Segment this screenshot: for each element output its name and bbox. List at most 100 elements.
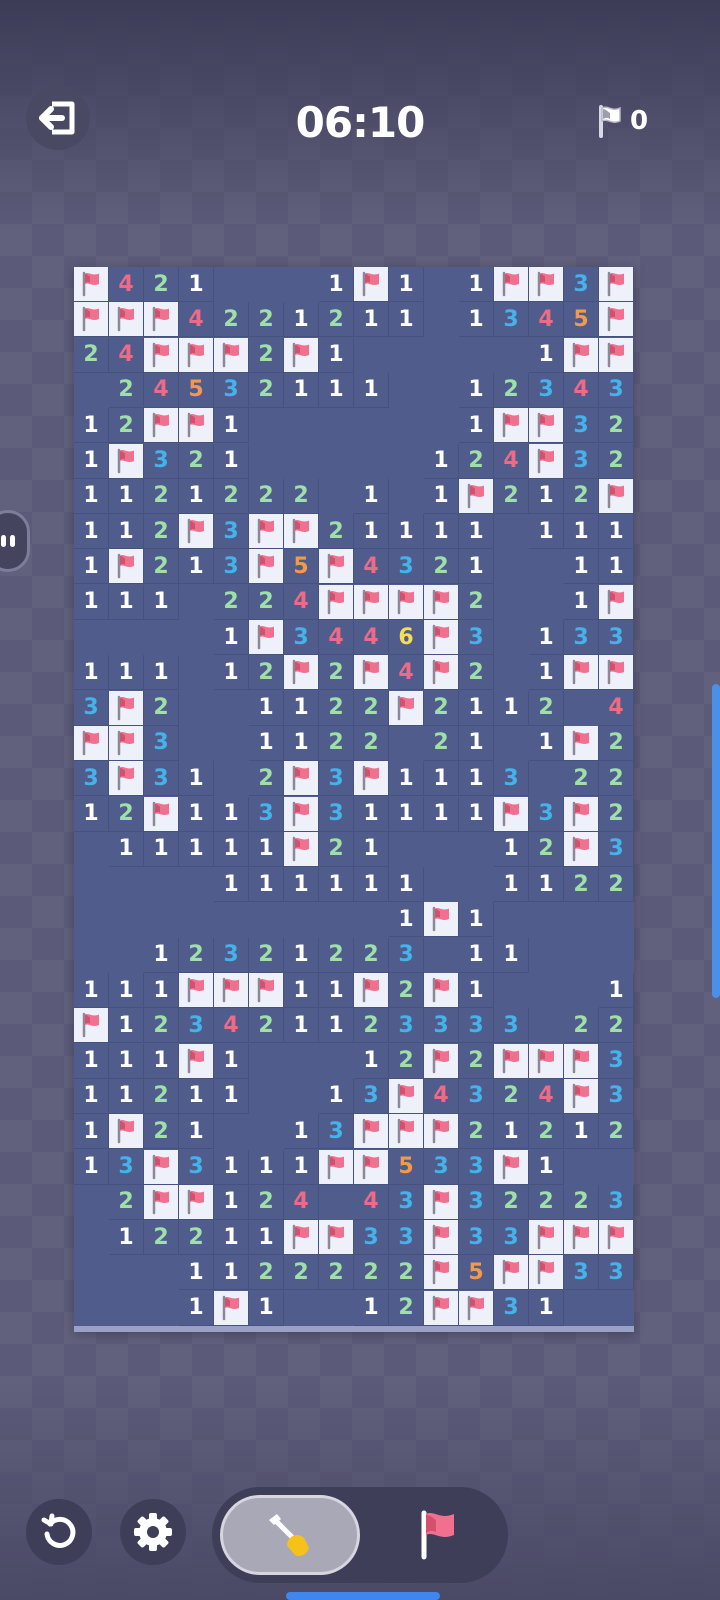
flagged-cell[interactable]	[319, 584, 354, 620]
number-cell[interactable]: 1	[564, 549, 599, 585]
number-cell[interactable]: 2	[564, 867, 599, 903]
number-cell[interactable]: 2	[179, 443, 214, 479]
flagged-cell[interactable]	[599, 337, 634, 373]
flagged-cell[interactable]	[249, 514, 284, 550]
number-cell[interactable]: 2	[389, 1043, 424, 1079]
number-cell[interactable]: 1	[459, 690, 494, 726]
number-cell[interactable]: 2	[179, 937, 214, 973]
number-cell[interactable]: 1	[179, 796, 214, 832]
number-cell[interactable]: 1	[564, 514, 599, 550]
number-cell[interactable]: 2	[564, 1008, 599, 1044]
number-cell[interactable]: 1	[144, 831, 179, 867]
number-cell[interactable]: 2	[389, 1255, 424, 1291]
number-cell[interactable]: 2	[144, 514, 179, 550]
number-cell[interactable]: 4	[389, 655, 424, 691]
number-cell[interactable]: 1	[284, 937, 319, 973]
number-cell[interactable]: 3	[144, 725, 179, 761]
number-cell[interactable]: 1	[249, 725, 284, 761]
number-cell[interactable]: 2	[249, 1008, 284, 1044]
flagged-cell[interactable]	[529, 1043, 564, 1079]
number-cell[interactable]: 1	[459, 725, 494, 761]
number-cell[interactable]: 5	[284, 549, 319, 585]
number-cell[interactable]: 3	[319, 1114, 354, 1150]
flagged-cell[interactable]	[354, 1149, 389, 1185]
flagged-cell[interactable]	[564, 831, 599, 867]
flagged-cell[interactable]	[284, 337, 319, 373]
number-cell[interactable]: 1	[109, 514, 144, 550]
flagged-cell[interactable]	[354, 761, 389, 797]
flagged-cell[interactable]	[284, 831, 319, 867]
number-cell[interactable]: 1	[74, 1078, 109, 1114]
number-cell[interactable]: 1	[109, 584, 144, 620]
number-cell[interactable]: 1	[599, 973, 634, 1008]
flagged-cell[interactable]	[144, 337, 179, 373]
number-cell[interactable]: 2	[144, 1008, 179, 1044]
number-cell[interactable]: 2	[599, 1114, 634, 1150]
flagged-cell[interactable]	[494, 267, 529, 302]
flagged-cell[interactable]	[354, 1114, 389, 1150]
number-cell[interactable]: 2	[494, 1184, 529, 1220]
number-cell[interactable]: 2	[354, 1255, 389, 1291]
number-cell[interactable]: 1	[179, 1114, 214, 1150]
number-cell[interactable]: 1	[284, 867, 319, 903]
number-cell[interactable]: 1	[214, 1184, 249, 1220]
number-cell[interactable]: 2	[249, 1184, 284, 1220]
number-cell[interactable]: 4	[354, 620, 389, 655]
number-cell[interactable]: 1	[354, 831, 389, 867]
flagged-cell[interactable]	[424, 620, 459, 655]
number-cell[interactable]: 1	[319, 973, 354, 1008]
number-cell[interactable]: 1	[214, 796, 249, 832]
flagged-cell[interactable]	[529, 1220, 564, 1256]
number-cell[interactable]: 1	[144, 584, 179, 620]
number-cell[interactable]: 3	[494, 1008, 529, 1044]
flagged-cell[interactable]	[319, 549, 354, 585]
number-cell[interactable]: 1	[319, 267, 354, 302]
number-cell[interactable]: 2	[599, 796, 634, 832]
flagged-cell[interactable]	[214, 1290, 249, 1326]
number-cell[interactable]: 1	[179, 549, 214, 585]
number-cell[interactable]: 4	[354, 549, 389, 585]
number-cell[interactable]: 1	[529, 620, 564, 655]
number-cell[interactable]: 2	[354, 937, 389, 973]
number-cell[interactable]: 3	[389, 549, 424, 585]
number-cell[interactable]: 1	[109, 1043, 144, 1079]
number-cell[interactable]: 2	[389, 973, 424, 1008]
number-cell[interactable]: 3	[599, 1043, 634, 1079]
number-cell[interactable]: 2	[319, 690, 354, 726]
number-cell[interactable]: 1	[424, 796, 459, 832]
number-cell[interactable]: 1	[494, 831, 529, 867]
flagged-cell[interactable]	[599, 1220, 634, 1256]
flagged-cell[interactable]	[424, 902, 459, 938]
flagged-cell[interactable]	[354, 267, 389, 302]
number-cell[interactable]: 2	[284, 478, 319, 514]
number-cell[interactable]: 2	[74, 337, 109, 373]
number-cell[interactable]: 2	[459, 443, 494, 479]
exit-button[interactable]	[26, 86, 90, 150]
number-cell[interactable]: 3	[74, 761, 109, 797]
number-cell[interactable]: 2	[599, 761, 634, 797]
number-cell[interactable]: 2	[109, 796, 144, 832]
flagged-cell[interactable]	[424, 655, 459, 691]
flagged-cell[interactable]	[179, 408, 214, 444]
flagged-cell[interactable]	[109, 761, 144, 797]
flagged-cell[interactable]	[179, 1184, 214, 1220]
flagged-cell[interactable]	[599, 478, 634, 514]
number-cell[interactable]: 2	[109, 372, 144, 408]
number-cell[interactable]: 1	[389, 796, 424, 832]
number-cell[interactable]: 2	[144, 1220, 179, 1256]
number-cell[interactable]: 2	[424, 725, 459, 761]
flagged-cell[interactable]	[144, 408, 179, 444]
flagged-cell[interactable]	[109, 302, 144, 338]
number-cell[interactable]: 2	[599, 443, 634, 479]
flagged-cell[interactable]	[144, 1184, 179, 1220]
number-cell[interactable]: 1	[74, 443, 109, 479]
flagged-cell[interactable]	[494, 796, 529, 832]
number-cell[interactable]: 1	[459, 796, 494, 832]
number-cell[interactable]: 2	[459, 1043, 494, 1079]
number-cell[interactable]: 2	[249, 372, 284, 408]
number-cell[interactable]: 1	[389, 302, 424, 338]
number-cell[interactable]: 3	[564, 620, 599, 655]
flagged-cell[interactable]	[249, 549, 284, 585]
number-cell[interactable]: 1	[459, 973, 494, 1008]
flagged-cell[interactable]	[494, 408, 529, 444]
